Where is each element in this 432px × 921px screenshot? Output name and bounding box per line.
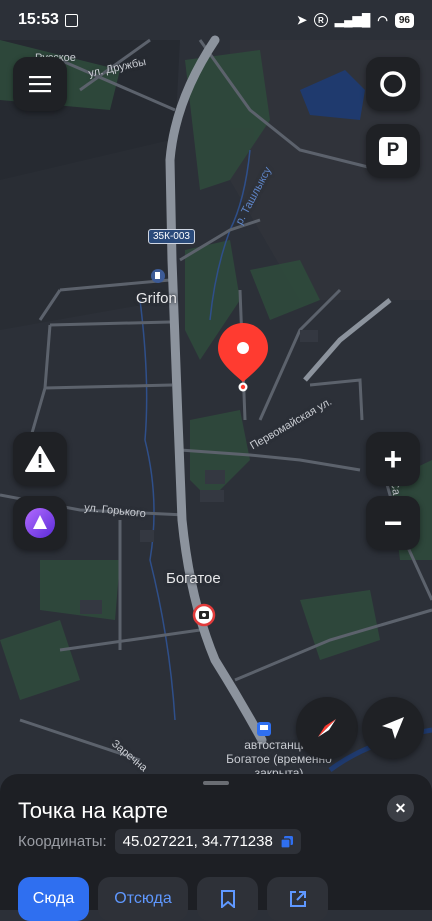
bookmark-button[interactable] [197,877,258,921]
minus-icon: − [383,504,403,541]
zoom-in-button[interactable]: + [366,432,420,486]
alice-icon [25,508,55,538]
plus-icon: + [383,440,403,477]
action-buttons: Сюда Отсюда [18,877,328,921]
road-events-button[interactable] [13,432,67,486]
route-to-label: Сюда [32,890,75,907]
place-label-grifon: Grifon [136,290,177,307]
parking-icon: P [379,137,407,165]
status-time: 15:53 [18,11,59,28]
point-bottom-sheet: Точка на карте ✕ Координаты: 45.027221, … [0,774,432,921]
coordinates-row: Координаты: 45.027221, 34.771238 [18,829,301,854]
parking-button[interactable]: P [366,124,420,178]
sheet-drag-handle[interactable] [203,781,229,785]
route-from-label: Отсюда [114,890,172,907]
coordinates-value: 45.027221, 34.771238 [122,833,273,850]
route-to-button[interactable]: Сюда [18,877,89,921]
zoom-out-button[interactable]: − [366,496,420,550]
signal-icon: ▂▄▆█ [334,13,371,27]
parking-label: P [386,140,400,161]
place-label-town: Богатое [166,570,221,587]
my-location-button[interactable] [362,697,424,759]
compass-button[interactable] [296,697,358,759]
share-icon [289,891,306,907]
battery-indicator: 96 [394,12,414,28]
road-shield: 35К-003 [148,229,195,244]
compass-icon [318,719,336,737]
wifi-icon: ◠ [377,13,388,27]
close-button[interactable]: ✕ [387,795,414,822]
menu-button[interactable] [13,57,67,111]
location-arrow-icon: ➤ [296,13,307,27]
alice-button[interactable] [13,496,67,550]
menu-icon [29,76,51,93]
coordinates-copy-box[interactable]: 45.027221, 34.771238 [114,829,301,854]
layers-ring-icon [380,71,406,97]
close-icon: ✕ [394,800,407,816]
status-bar: 15:53 ➤ R ▂▄▆█ ◠ 96 [0,0,432,40]
sheet-title: Точка на карте [18,798,169,823]
copy-icon [280,835,293,848]
warning-icon [25,446,55,472]
share-button[interactable] [267,877,328,921]
coordinates-label: Координаты: [18,833,107,850]
bookmark-icon [220,890,235,908]
route-from-button[interactable]: Отсюда [98,877,188,921]
image-notification-icon [64,13,78,27]
registered-icon: R [313,13,328,27]
layers-button[interactable] [366,57,420,111]
navigation-arrow-icon [382,717,404,739]
